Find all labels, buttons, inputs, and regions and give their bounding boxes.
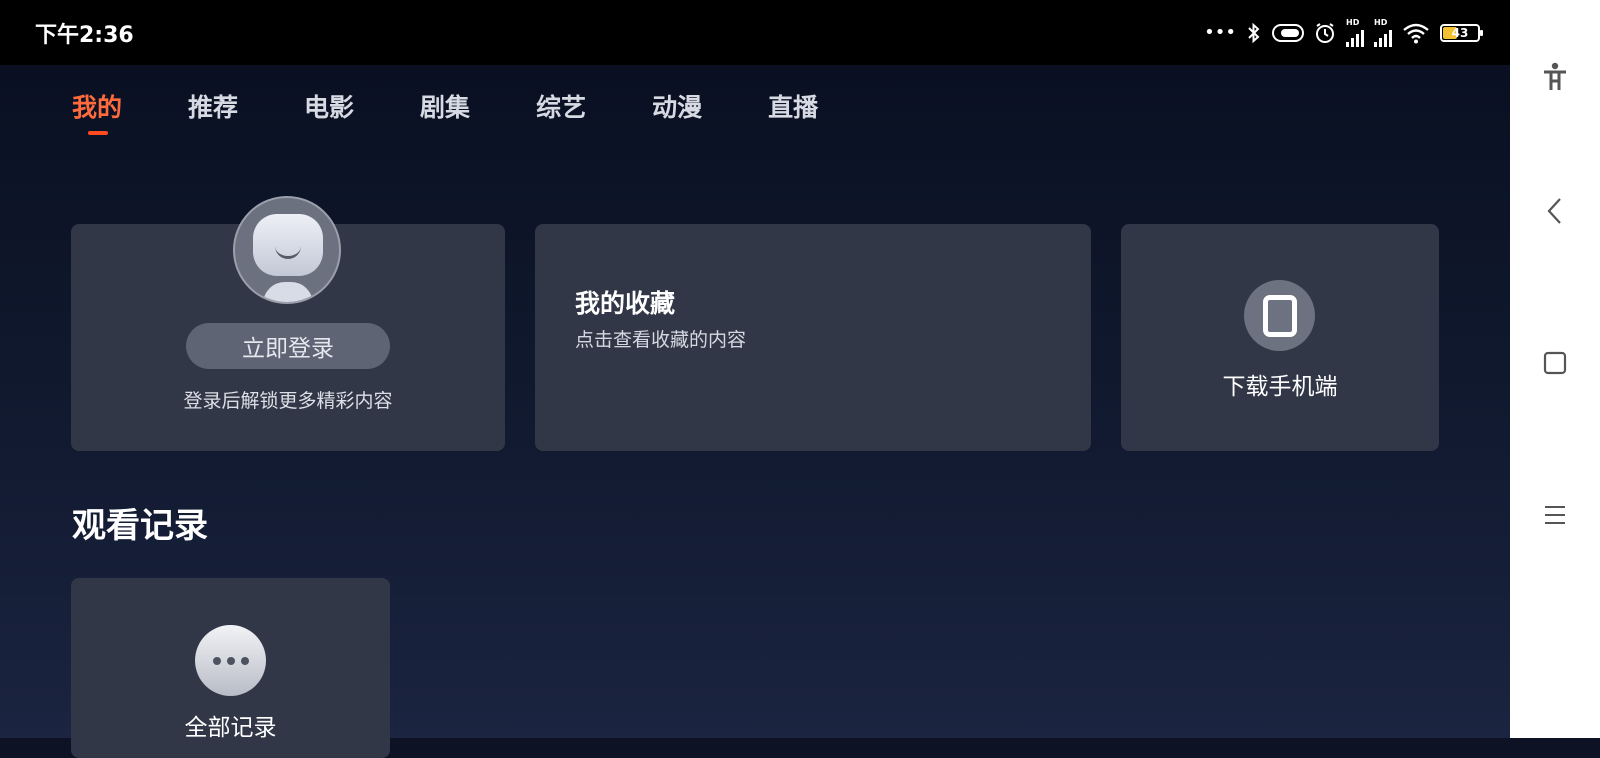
- toggle-icon: [1272, 23, 1304, 42]
- download-app-label: 下载手机端: [1222, 374, 1338, 400]
- hd-label-2: HD: [1374, 17, 1388, 27]
- system-nav-bar: [1510, 0, 1600, 738]
- category-tabs: 我的 推荐 电影 剧集 综艺 动漫 直播: [72, 91, 884, 135]
- signal-icon-2: [1374, 27, 1392, 47]
- avatar-icon: [253, 214, 323, 276]
- recents-button[interactable]: [1510, 502, 1600, 528]
- favorites-subtitle: 点击查看收藏的内容: [575, 329, 747, 351]
- login-button[interactable]: 立即登录: [186, 323, 390, 369]
- status-time: 下午2:36: [35, 22, 134, 48]
- accessibility-icon: [1544, 62, 1566, 90]
- history-section-title: 观看记录: [72, 506, 208, 546]
- login-hint: 登录后解锁更多精彩内容: [183, 390, 393, 412]
- tab-mine[interactable]: 我的: [72, 91, 122, 135]
- tab-movies[interactable]: 电影: [304, 91, 354, 125]
- status-bar: 下午2:36 ••• HD HD 43: [0, 0, 1510, 65]
- tab-variety[interactable]: 综艺: [536, 91, 586, 125]
- home-square-icon: [1543, 351, 1567, 375]
- favorites-card[interactable]: 我的收藏 点击查看收藏的内容: [535, 224, 1091, 451]
- app-main: 我的 推荐 电影 剧集 综艺 动漫 直播 立即登录 登录后解锁更多精彩内容 我的…: [0, 65, 1510, 758]
- battery-level: 43: [1451, 25, 1469, 40]
- more-dots-icon: •••: [1204, 22, 1236, 43]
- back-button[interactable]: [1510, 196, 1600, 226]
- avatar[interactable]: [233, 196, 341, 304]
- bluetooth-icon: [1248, 22, 1260, 43]
- wifi-icon: [1403, 23, 1429, 43]
- all-history-label: 全部记录: [184, 715, 277, 741]
- alarm-icon: [1316, 22, 1334, 43]
- status-icons: ••• HD HD 43: [1204, 17, 1483, 47]
- download-app-card[interactable]: 下载手机端: [1121, 224, 1439, 451]
- tab-anime[interactable]: 动漫: [652, 91, 702, 125]
- battery-icon: 43: [1440, 23, 1483, 42]
- accessibility-button[interactable]: [1510, 62, 1600, 92]
- back-icon: [1547, 198, 1561, 224]
- favorites-title: 我的收藏: [575, 289, 676, 318]
- tab-recommended[interactable]: 推荐: [188, 91, 238, 125]
- tab-live[interactable]: 直播: [768, 91, 818, 125]
- tab-series[interactable]: 剧集: [420, 91, 470, 125]
- home-button[interactable]: [1510, 350, 1600, 376]
- more-icon: [195, 625, 266, 696]
- all-history-card[interactable]: 全部记录: [71, 578, 390, 758]
- menu-icon: [1545, 506, 1565, 524]
- hd-label-1: HD: [1346, 17, 1360, 27]
- phone-icon: [1244, 280, 1315, 351]
- signal-icon-1: [1346, 27, 1364, 47]
